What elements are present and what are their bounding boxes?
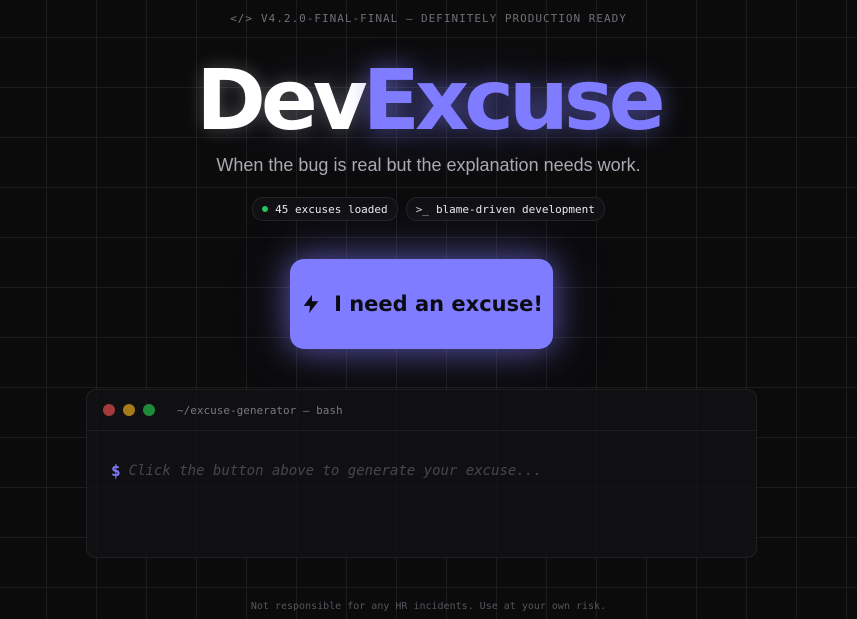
status-dot-icon [262,206,269,212]
terminal-prompt-icon: >_ [415,202,429,216]
tagline: When the bug is real but the explanation… [216,155,641,175]
app-title: DevExcuse [0,50,857,150]
terminal-header: ~/excuse-generator — bash [87,390,756,431]
generate-excuse-button[interactable]: I need an excuse! [290,259,553,349]
title-dev: Dev [196,51,367,149]
version-text: V4.2.0-FINAL-FINAL — DEFINITELY PRODUCTI… [260,12,627,25]
excuse-output-text: Click the button above to generate your … [128,462,542,479]
blame-driven-text: blame-driven development [435,202,595,216]
terminal-output: $ Click the button above to generate you… [87,431,756,480]
lightning-bolt-icon [300,292,322,316]
minimize-window-dot [123,404,135,416]
blame-driven-badge: >_ blame-driven development [405,197,605,221]
code-icon: </> [230,12,253,25]
footer-disclaimer: Not responsible for any HR incidents. Us… [250,601,607,612]
terminal-title: ~/excuse-generator — bash [177,403,343,417]
terminal-window: ~/excuse-generator — bash $ Click the bu… [86,389,757,558]
badge-row: 45 excuses loaded >_ blame-driven develo… [0,197,857,221]
version-banner: </> V4.2.0-FINAL-FINAL — DEFINITELY PRODU… [0,12,857,25]
excuses-loaded-badge: 45 excuses loaded [252,197,398,221]
excuses-loaded-text: 45 excuses loaded [275,202,388,216]
close-window-dot [103,404,115,416]
title-excuse: Excuse [362,51,666,149]
maximize-window-dot [143,404,155,416]
terminal-prompt-symbol: $ [111,461,121,480]
generate-excuse-label: I need an excuse! [334,292,543,316]
